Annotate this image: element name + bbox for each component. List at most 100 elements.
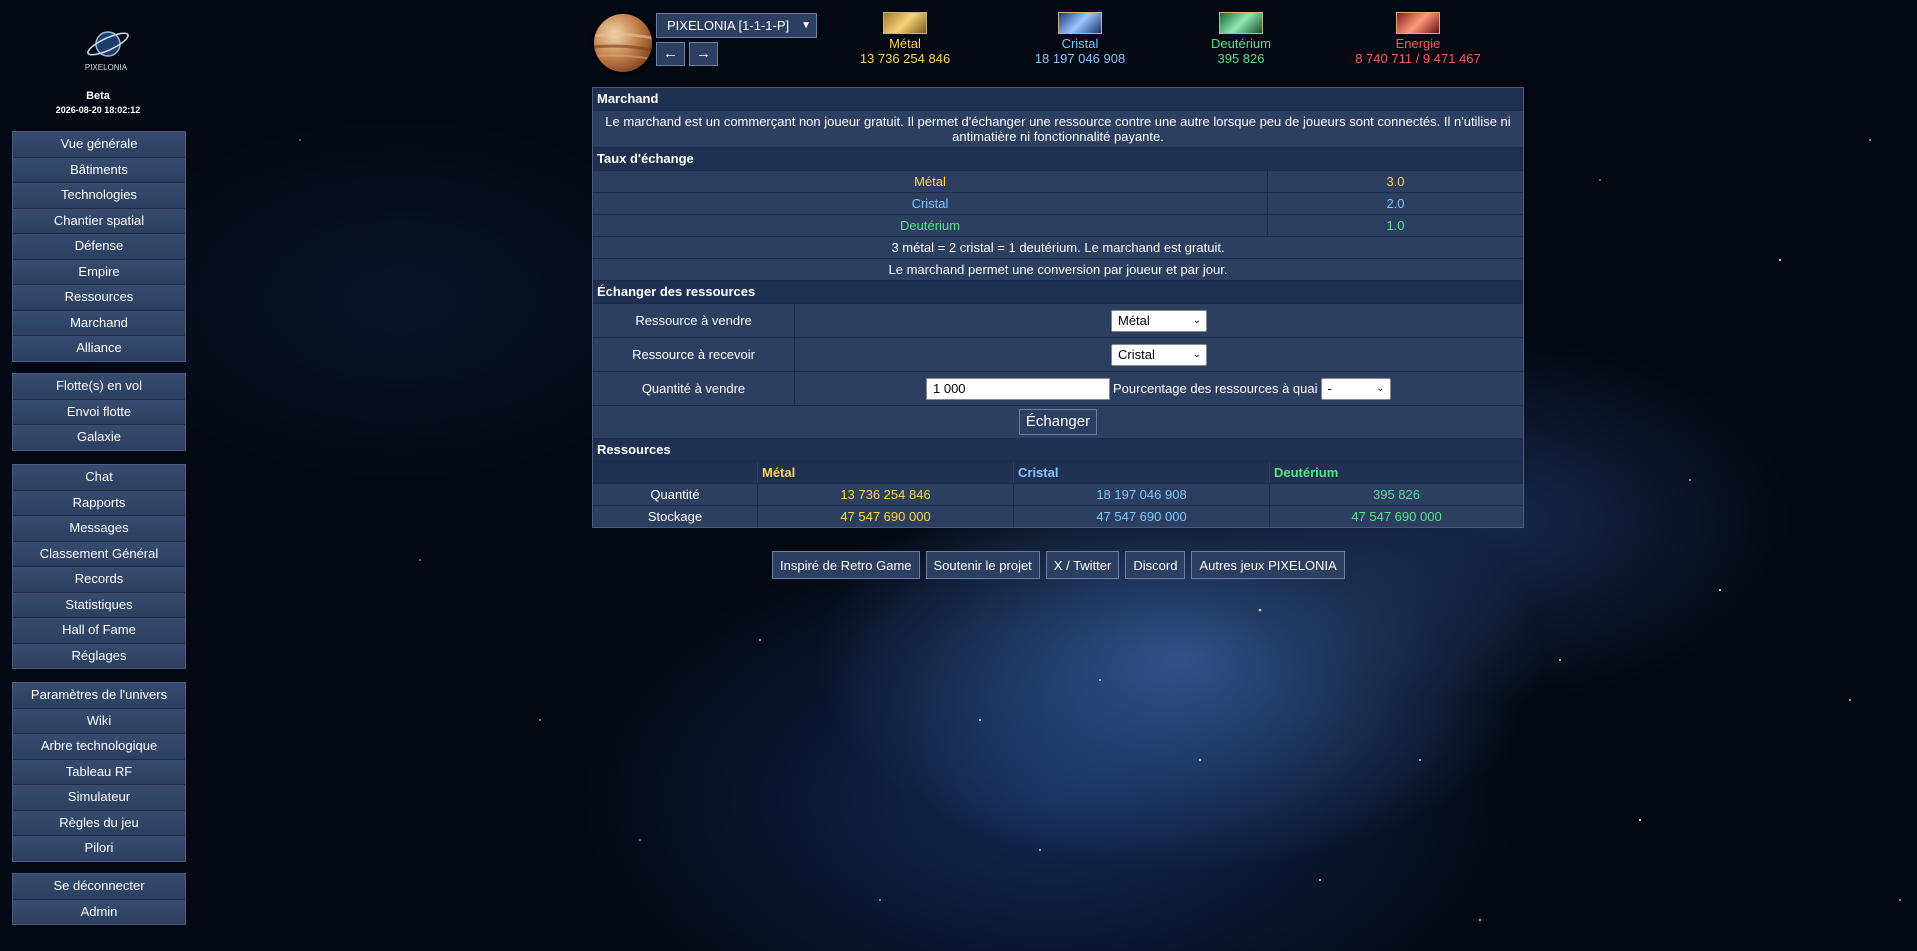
menu-item-galaxie[interactable]: Galaxie — [13, 425, 185, 450]
receive-label: Ressource à recevoir — [593, 338, 795, 371]
planet-select[interactable]: PIXELONIA [1-1-1-P] ▼ — [656, 13, 817, 38]
row-label: Stockage — [593, 506, 758, 527]
rate-row-metal: Métal 3.0 — [593, 170, 1523, 192]
menu-item-technologies[interactable]: Technologies — [13, 183, 185, 209]
pixelonia-logo: PIXELONIA — [85, 31, 129, 72]
planet-bands-decoration — [594, 32, 652, 60]
menu-item-ressources[interactable]: Ressources — [13, 285, 185, 311]
deuterium-value: 395 826 — [1217, 51, 1265, 66]
menu-group-fleet: Flotte(s) en vol Envoi flotte Galaxie — [12, 373, 186, 451]
cell-deuterium: 47 547 690 000 — [1351, 509, 1442, 524]
footer-link-soutenir[interactable]: Soutenir le projet — [925, 551, 1040, 579]
rate-name: Cristal — [593, 193, 1268, 214]
receive-row: Ressource à recevoir Cristal ⌄ — [593, 337, 1523, 371]
resources-row-stockage: Stockage 47 547 690 000 47 547 690 000 4… — [593, 505, 1523, 527]
menu-item-batiments[interactable]: Bâtiments — [13, 157, 185, 183]
prev-planet-button[interactable]: ← — [656, 42, 685, 66]
receive-resource-select[interactable]: Cristal ⌄ — [1111, 343, 1207, 366]
menu-item-envoi-flotte[interactable]: Envoi flotte — [13, 399, 185, 425]
percentage-value: - — [1327, 380, 1332, 396]
cristal-icon — [1058, 12, 1102, 34]
rate-row-cristal: Cristal 2.0 — [593, 192, 1523, 214]
resources-header-row: Métal Cristal Deutérium — [593, 461, 1523, 483]
header-resource-energie: Energie 8 740 711 / 9 471 467 — [1318, 12, 1518, 66]
menu-item-regles-du-jeu[interactable]: Règles du jeu — [13, 810, 185, 836]
menu-item-rapports[interactable]: Rapports — [13, 490, 185, 516]
cell-metal: 47 547 690 000 — [758, 506, 1014, 527]
menu-item-chantier-spatial[interactable]: Chantier spatial — [13, 208, 185, 234]
menu-item-tableau-rf[interactable]: Tableau RF — [13, 759, 185, 785]
energie-label: Energie — [1395, 36, 1441, 51]
menu-item-flottes-en-vol[interactable]: Flotte(s) en vol — [13, 374, 185, 400]
rate-name: Deutérium — [593, 215, 1268, 236]
quantity-row: Quantité à vendre 1 000 Pourcentage des … — [593, 371, 1523, 405]
rate-note-2: Le marchand permet une conversion par jo… — [888, 262, 1228, 277]
sell-resource-select[interactable]: Métal ⌄ — [1111, 309, 1207, 332]
server-datetime: 2026-08-20 18:02:12 — [55, 105, 141, 115]
menu-item-wiki[interactable]: Wiki — [13, 708, 185, 734]
menu-item-vue-generale[interactable]: Vue générale — [13, 132, 185, 158]
chevron-down-icon: ⌄ — [1192, 348, 1201, 360]
menu-item-defense[interactable]: Défense — [13, 234, 185, 260]
footer-link-retro-game[interactable]: Inspiré de Retro Game — [772, 551, 920, 579]
resources-header-deuterium: Deutérium — [1274, 465, 1339, 480]
exchange-title: Échanger des ressources — [593, 281, 1523, 303]
cell-cristal: 18 197 046 908 — [1014, 484, 1270, 505]
menu-item-statistiques[interactable]: Statistiques — [13, 592, 185, 618]
rate-value: 1.0 — [1386, 218, 1405, 233]
footer-link-autres-jeux[interactable]: Autres jeux PIXELONIA — [1191, 551, 1345, 579]
menu-item-records[interactable]: Records — [13, 567, 185, 593]
menu-group-account: Se déconnecter Admin — [12, 873, 186, 925]
menu-item-messages[interactable]: Messages — [13, 516, 185, 542]
sell-label: Ressource à vendre — [593, 304, 795, 337]
header-resource-metal: Métal 13 736 254 846 — [805, 12, 1005, 66]
menu-item-marchand[interactable]: Marchand — [13, 310, 185, 336]
planet-select-value: PIXELONIA [1-1-1-P] — [667, 18, 790, 33]
menu-item-empire[interactable]: Empire — [13, 259, 185, 285]
menu-item-hall-of-fame[interactable]: Hall of Fame — [13, 618, 185, 644]
resources-row-quantite: Quantité 13 736 254 846 18 197 046 908 3… — [593, 483, 1523, 505]
chevron-down-icon: ⌄ — [1192, 314, 1201, 326]
merchant-description: Le marchand est un commerçant non joueur… — [605, 114, 1511, 144]
menu-item-reglages[interactable]: Réglages — [13, 643, 185, 668]
metal-icon — [883, 12, 927, 34]
menu-group-main: Vue générale Bâtiments Technologies Chan… — [12, 131, 186, 362]
quantity-label: Quantité à vendre — [593, 372, 795, 405]
metal-value: 13 736 254 846 — [859, 51, 951, 66]
footer-links: Inspiré de Retro Game Soutenir le projet… — [772, 551, 1345, 579]
cell-metal: 13 736 254 846 — [758, 484, 1014, 505]
rate-value: 3.0 — [1386, 174, 1405, 189]
menu-group-info: Paramètres de l'univers Wiki Arbre techn… — [12, 682, 186, 862]
rates-title: Taux d'échange — [593, 148, 1523, 170]
chevron-down-icon: ⌄ — [1376, 382, 1385, 394]
menu-item-se-deconnecter[interactable]: Se déconnecter — [13, 874, 185, 900]
metal-label: Métal — [889, 36, 921, 51]
svg-text:PIXELONIA: PIXELONIA — [85, 63, 128, 72]
cell-cristal: 47 547 690 000 — [1014, 506, 1270, 527]
menu-item-arbre-technologique[interactable]: Arbre technologique — [13, 734, 185, 760]
exchange-row: Échanger — [593, 405, 1523, 438]
exchange-button[interactable]: Échanger — [1018, 409, 1098, 435]
row-label: Quantité — [593, 484, 758, 505]
sell-row: Ressource à vendre Métal ⌄ — [593, 303, 1523, 337]
quantity-input[interactable]: 1 000 — [926, 377, 1110, 400]
menu-item-pilori[interactable]: Pilori — [13, 836, 185, 861]
menu-item-admin[interactable]: Admin — [13, 899, 185, 924]
footer-link-discord[interactable]: Discord — [1125, 551, 1186, 579]
menu-item-parametres-univers[interactable]: Paramètres de l'univers — [13, 683, 185, 709]
merchant-title: Marchand — [593, 88, 1523, 110]
header-resource-deuterium: Deutérium 395 826 — [1141, 12, 1341, 66]
deuterium-icon — [1219, 12, 1263, 34]
menu-group-community: Chat Rapports Messages Classement Généra… — [12, 464, 186, 669]
menu-item-alliance[interactable]: Alliance — [13, 336, 185, 361]
receive-resource-value: Cristal — [1118, 346, 1155, 362]
cell-deuterium: 395 826 — [1373, 487, 1420, 502]
percentage-select[interactable]: - ⌄ — [1320, 377, 1391, 400]
menu-item-classement[interactable]: Classement Général — [13, 541, 185, 567]
menu-item-simulateur[interactable]: Simulateur — [13, 785, 185, 811]
energie-value: 8 740 711 / 9 471 467 — [1355, 51, 1481, 66]
footer-link-twitter[interactable]: X / Twitter — [1045, 551, 1120, 579]
next-planet-button[interactable]: → — [689, 42, 718, 66]
menu-item-chat[interactable]: Chat — [13, 465, 185, 491]
version-label: Beta — [86, 90, 110, 102]
